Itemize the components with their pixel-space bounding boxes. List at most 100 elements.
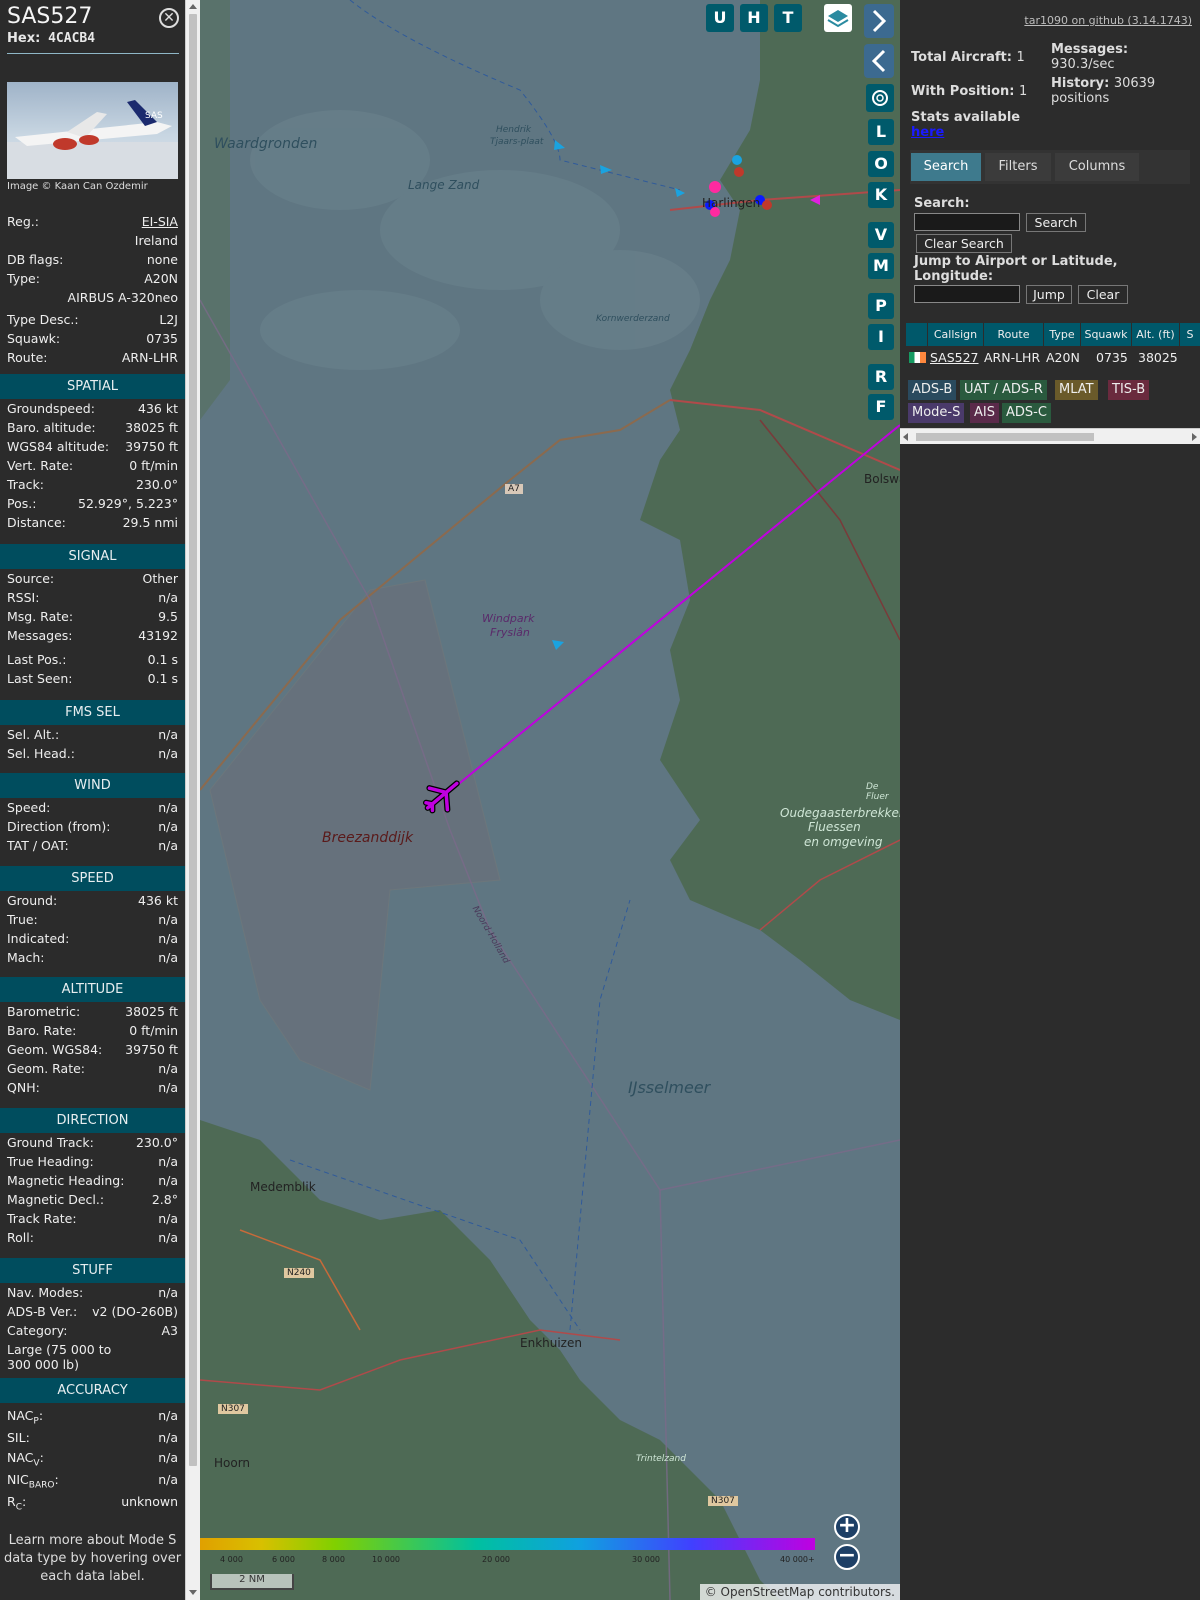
section-header-stuff: STUFF xyxy=(0,1258,185,1283)
direction-row: Ground Track: 230.0° xyxy=(7,1135,178,1150)
table-header-speed[interactable]: S xyxy=(1180,323,1200,346)
aircraft-info-panel: SAS527 Hex: 4CACB4 ✕ SAS Image © Kaan Ca… xyxy=(0,0,185,1600)
map-toggle-o-button[interactable]: O xyxy=(868,151,894,177)
altitude-row: Baro. Rate: 0 ft/min xyxy=(7,1023,178,1038)
road-label: N307 xyxy=(218,1404,248,1414)
stuff-row: Nav. Modes: n/a xyxy=(7,1285,178,1300)
table-header-callsign[interactable]: Callsign xyxy=(928,323,983,346)
table-header-squawk[interactable]: Squawk xyxy=(1081,323,1131,346)
map-label: Trintelzand xyxy=(636,1454,686,1464)
table-cell-altitude: 38025 xyxy=(1138,350,1178,365)
table-header-type[interactable]: Type xyxy=(1044,323,1080,346)
source-badge[interactable]: UAT / ADS-R xyxy=(960,380,1047,400)
toggle-u-button[interactable]: U xyxy=(706,4,734,32)
stuff-row: ADS-B Ver.: v2 (DO-260B) xyxy=(7,1304,178,1319)
section-header-speed: SPEED xyxy=(0,866,185,891)
registration-link[interactable]: EI-SIA xyxy=(142,214,178,229)
info-value: ARN-LHR xyxy=(121,350,178,365)
map-label: Hoorn xyxy=(214,1456,251,1470)
fms-row: Sel. Head.: n/a xyxy=(7,746,178,761)
aircraft-photo[interactable]: SAS xyxy=(7,82,178,179)
altitude-row: Geom. Rate: n/a xyxy=(7,1061,178,1076)
toggle-h-button[interactable]: H xyxy=(740,4,768,32)
map-toggle-l-button[interactable]: L xyxy=(868,119,894,145)
map-view[interactable]: Waardgronden Lange Zand Hendrik Tjaars-p… xyxy=(200,0,900,1600)
section-header-signal: SIGNAL xyxy=(0,544,185,569)
jump-button[interactable]: Jump xyxy=(1026,285,1072,304)
map-attribution: © OpenStreetMap contributors. xyxy=(699,1584,900,1600)
speed-row: Ground: 436 kt xyxy=(7,893,178,908)
right-panel: tar1090 on github (3.14.1743) Total Airc… xyxy=(900,0,1200,1600)
altitude-tick-label: 10 000 xyxy=(372,1555,400,1564)
info-row: Ireland xyxy=(7,233,178,251)
spatial-row: Track: 230.0° xyxy=(7,477,178,492)
table-cell-squawk: 0735 xyxy=(1096,350,1128,365)
map-toggle-f-button[interactable]: F xyxy=(868,394,894,420)
source-badge[interactable]: MLAT xyxy=(1055,380,1098,400)
stats-link[interactable]: here xyxy=(911,125,1020,140)
map-toggle-m-button[interactable]: M xyxy=(868,253,894,279)
map-label: Kornwerderzand xyxy=(596,314,670,324)
table-header-altitude[interactable]: Alt. (ft) xyxy=(1132,323,1179,346)
zoom-out-button[interactable]: − xyxy=(834,1544,860,1570)
left-panel-scrollbar[interactable] xyxy=(185,0,200,1600)
close-icon[interactable]: ✕ xyxy=(159,8,179,28)
expand-right-button[interactable] xyxy=(864,4,894,38)
search-button[interactable]: Search xyxy=(1026,213,1086,232)
clear-button[interactable]: Clear xyxy=(1078,285,1128,304)
section-header-spatial: SPATIAL xyxy=(0,374,185,399)
table-horizontal-scrollbar[interactable] xyxy=(900,428,1200,444)
tab-filters[interactable]: Filters xyxy=(985,153,1051,181)
map-canvas xyxy=(200,0,900,1600)
map-toggle-p-button[interactable]: P xyxy=(868,293,894,319)
table-cell-route: ARN-LHR xyxy=(984,350,1041,365)
jump-input[interactable] xyxy=(914,285,1020,303)
source-badge[interactable]: ADS-B xyxy=(908,380,957,400)
map-toggle-k-button[interactable]: K xyxy=(868,182,894,208)
speed-row: Indicated: n/a xyxy=(7,931,178,946)
version-link[interactable]: tar1090 on github (3.14.1743) xyxy=(1024,14,1192,27)
search-input[interactable] xyxy=(914,213,1020,231)
source-badge[interactable]: AIS xyxy=(970,403,999,423)
clear-search-button[interactable]: Clear Search xyxy=(916,234,1012,253)
toggle-t-button[interactable]: T xyxy=(774,4,802,32)
accuracy-row: NACV: n/a xyxy=(7,1450,178,1469)
source-badge[interactable]: TIS-B xyxy=(1108,380,1150,400)
layers-button[interactable] xyxy=(824,4,852,32)
tab-search[interactable]: Search xyxy=(911,153,981,181)
table-cell-type: A20N xyxy=(1046,350,1080,365)
road-label: N240 xyxy=(284,1268,314,1278)
osm-link[interactable]: OpenStreetMap xyxy=(721,1585,815,1599)
history-stat: History: 30639 positions xyxy=(1051,76,1156,106)
table-cell-callsign[interactable]: SAS527 xyxy=(930,350,979,365)
map-label: Lange Zand xyxy=(408,178,480,192)
info-row: Type Desc.: L2J xyxy=(7,312,178,327)
map-toggle-r-button[interactable]: R xyxy=(868,364,894,390)
info-value: L2J xyxy=(159,312,178,327)
info-value: 0735 xyxy=(146,331,178,346)
tab-columns[interactable]: Columns xyxy=(1055,153,1139,181)
stats-available: Stats available here xyxy=(911,110,1021,140)
section-header-fms: FMS SEL xyxy=(0,700,185,725)
table-header-route[interactable]: Route xyxy=(984,323,1043,346)
map-label: Breezanddijk xyxy=(322,830,414,846)
stuff-row: Category: A3 xyxy=(7,1323,178,1338)
source-badge[interactable]: ADS-C xyxy=(1002,403,1051,423)
settings-button[interactable] xyxy=(866,84,894,112)
map-toggle-i-button[interactable]: I xyxy=(868,324,894,350)
collapse-left-button[interactable] xyxy=(864,44,894,78)
altitude-tick-label: 4 000 xyxy=(220,1555,243,1564)
spatial-row: Groundspeed: 436 kt xyxy=(7,401,178,416)
accuracy-row: NACP: n/a xyxy=(7,1408,178,1427)
svg-text:SAS: SAS xyxy=(145,111,163,121)
source-badge[interactable]: Mode-S xyxy=(908,403,965,423)
zoom-in-button[interactable]: + xyxy=(834,1514,860,1540)
direction-row: Magnetic Heading: n/a xyxy=(7,1173,178,1188)
map-label: Fryslân xyxy=(490,626,530,639)
aircraft-photo-image: SAS xyxy=(7,100,178,179)
map-label: Oudegaasterbrekken, xyxy=(780,806,900,820)
info-row: Reg.: EI-SIA xyxy=(7,214,178,229)
map-toggle-v-button[interactable]: V xyxy=(868,222,894,248)
altitude-tick-label: 6 000 xyxy=(272,1555,295,1564)
direction-row: Track Rate: n/a xyxy=(7,1211,178,1226)
